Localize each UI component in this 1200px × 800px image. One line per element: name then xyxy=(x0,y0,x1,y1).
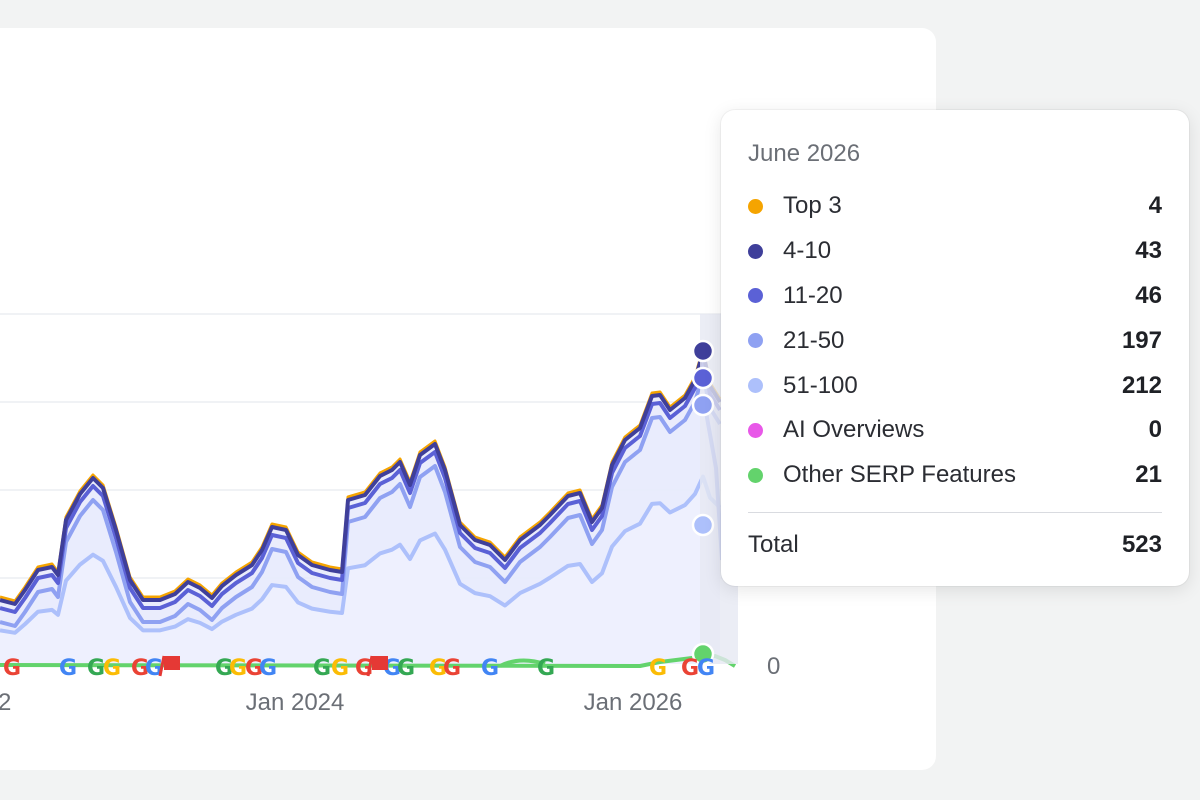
tooltip-row-label: 51-100 xyxy=(783,371,858,399)
hover-point-51-100 xyxy=(691,513,715,537)
tooltip-row-label: Other SERP Features xyxy=(783,461,1016,489)
tooltip-row-value: 212 xyxy=(1121,371,1162,399)
x-tick-label: Jan 2026 xyxy=(584,689,683,716)
legend-dot-icon xyxy=(748,333,763,349)
google-icon[interactable]: G xyxy=(259,656,277,681)
legend-dot-icon xyxy=(748,378,763,394)
tooltip-total-row: Total 523 xyxy=(748,513,1162,577)
chart-tooltip: June 2026 Top 3 4 4-10 43 11-20 46 21-50 197 51-… xyxy=(721,110,1189,586)
legend-dot-icon xyxy=(748,198,763,214)
hover-point-11-20 xyxy=(691,366,715,390)
google-icon[interactable]: G xyxy=(481,656,499,681)
google-icon[interactable]: G xyxy=(313,656,331,681)
google-icon[interactable]: G xyxy=(3,656,21,681)
tooltip-row-value: 197 xyxy=(1121,326,1162,354)
tooltip-total-value: 523 xyxy=(1121,530,1162,558)
flag-icon-cloth xyxy=(164,656,180,670)
hover-point-21-50 xyxy=(691,393,715,417)
tooltip-row-value: 0 xyxy=(1148,416,1162,444)
tooltip-row-label: Top 3 xyxy=(783,192,842,220)
tooltip-row: Top 3 4 xyxy=(748,184,1162,229)
google-icon[interactable]: G xyxy=(59,656,77,681)
tooltip-row-label: 11-20 xyxy=(783,281,843,309)
tooltip-row: AI Overviews 0 xyxy=(748,408,1162,453)
legend-dot-icon xyxy=(748,243,763,259)
google-icon[interactable]: G xyxy=(649,656,667,681)
tooltip-row-value: 46 xyxy=(1135,281,1162,309)
legend-dot-icon xyxy=(748,288,763,304)
google-icon[interactable]: G xyxy=(331,656,349,681)
hover-point-4-10 xyxy=(691,339,715,363)
tooltip-row-label: AI Overviews xyxy=(783,416,925,444)
tooltip-row-value: 21 xyxy=(1135,461,1162,489)
tooltip-total-label: Total xyxy=(748,530,799,558)
tooltip-row-value: 43 xyxy=(1135,237,1162,265)
tooltip-row: Other SERP Features 21 xyxy=(748,453,1162,498)
tooltip-row: 11-20 46 xyxy=(748,274,1162,319)
google-icon[interactable]: G xyxy=(103,656,121,681)
tooltip-row: 51-100 212 xyxy=(748,363,1162,408)
flag-icon-cloth xyxy=(372,656,388,670)
legend-dot-icon xyxy=(748,467,763,483)
google-icon[interactable]: G xyxy=(443,656,461,681)
tooltip-row: 4-10 43 xyxy=(748,229,1162,274)
tooltip-row-label: 21-50 xyxy=(783,326,845,354)
google-icon[interactable]: G xyxy=(537,656,555,681)
tooltip-date: June 2026 xyxy=(748,140,861,167)
google-icon[interactable]: G xyxy=(397,656,415,681)
tooltip-row-label: 4-10 xyxy=(783,237,832,265)
x-tick-label: 2 xyxy=(0,689,11,716)
tooltip-row: 21-50 197 xyxy=(748,318,1162,363)
y-tick-label: 0 xyxy=(767,653,780,680)
x-tick-label: Jan 2024 xyxy=(246,689,345,716)
google-icon[interactable]: G xyxy=(697,656,715,681)
legend-dot-icon xyxy=(748,422,763,438)
tooltip-row-value: 4 xyxy=(1148,192,1162,220)
